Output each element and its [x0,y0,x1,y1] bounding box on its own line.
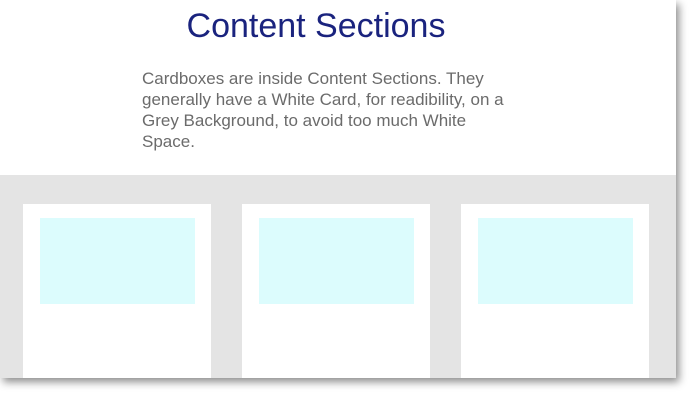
card-image-placeholder [259,218,414,304]
cardbox-3 [461,204,649,378]
cardbox-1 [23,204,211,378]
content-section: Content Sections Cardboxes are inside Co… [0,0,676,175]
grey-background [0,175,676,378]
section-description: Cardboxes are inside Content Sections. T… [142,69,504,151]
card-image-placeholder [40,218,195,304]
cardbox-2 [242,204,430,378]
card-image-placeholder [478,218,633,304]
section-title: Content Sections [186,7,446,45]
page-canvas: Content Sections Cardboxes are inside Co… [0,0,676,378]
